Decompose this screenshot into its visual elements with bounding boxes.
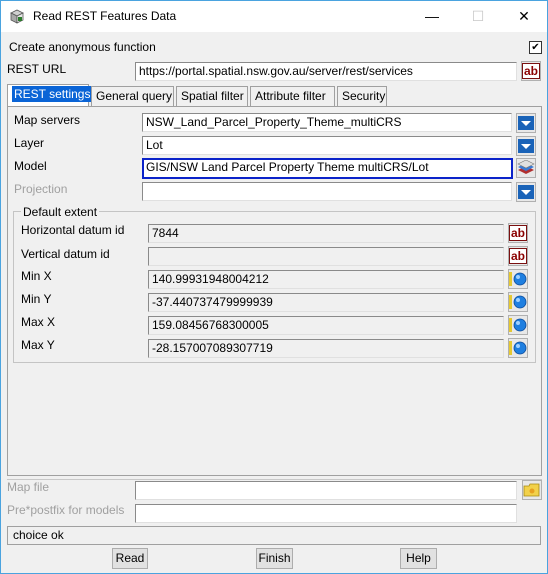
model-label: Model xyxy=(14,159,47,173)
max-x-input[interactable]: 159.08456768300005 xyxy=(148,316,504,335)
title-bar: Read REST Features Data — ☐ ✕ xyxy=(1,1,547,32)
vertical-datum-text-button[interactable]: ab xyxy=(508,246,528,266)
tab-rest-settings[interactable]: REST settings xyxy=(7,84,93,107)
separator xyxy=(7,479,542,480)
number-sphere-icon xyxy=(509,272,527,286)
min-x-label: Min X xyxy=(21,269,52,283)
map-servers-label: Map servers xyxy=(14,113,81,127)
layer-select[interactable]: Lot xyxy=(142,136,512,155)
model-input[interactable]: GIS/NSW Land Parcel Property Theme multi… xyxy=(142,158,513,179)
min-x-calc-button[interactable] xyxy=(508,269,528,289)
vertical-datum-input[interactable] xyxy=(148,247,504,266)
anonymous-function-label: Create anonymous function xyxy=(9,40,156,54)
max-y-input[interactable]: -28.157007089307719 xyxy=(148,339,504,358)
number-sphere-icon xyxy=(509,341,527,355)
max-y-calc-button[interactable] xyxy=(508,338,528,358)
horizontal-datum-text-button[interactable]: ab xyxy=(508,223,528,243)
min-y-input[interactable]: -37.440737479999939 xyxy=(148,293,504,312)
tab-spatial-filter[interactable]: Spatial filter xyxy=(176,86,248,106)
layer-label: Layer xyxy=(14,136,45,150)
vertical-datum-label: Vertical datum id xyxy=(21,247,110,261)
horizontal-datum-input[interactable]: 7844 xyxy=(148,224,504,243)
app-icon xyxy=(10,9,24,24)
projection-label: Projection xyxy=(14,182,68,196)
prefix-postfix-input[interactable] xyxy=(135,504,517,523)
status-bar: choice ok xyxy=(7,526,541,545)
map-file-input[interactable] xyxy=(135,481,517,500)
model-picker-button[interactable] xyxy=(516,158,536,178)
map-servers-dropdown-button[interactable] xyxy=(516,113,536,133)
min-y-calc-button[interactable] xyxy=(508,292,528,312)
tab-attribute-filter[interactable]: Attribute filter xyxy=(250,86,335,106)
checkmark-icon: ✔ xyxy=(531,42,540,53)
read-button[interactable]: Read xyxy=(112,548,148,569)
maximize-button[interactable]: ☐ xyxy=(455,1,501,32)
max-x-label: Max X xyxy=(21,315,56,329)
projection-dropdown-button[interactable] xyxy=(516,182,536,202)
number-sphere-icon xyxy=(509,295,527,309)
layers-icon xyxy=(517,160,535,174)
max-y-label: Max Y xyxy=(21,338,55,352)
chevron-down-icon xyxy=(518,185,534,199)
rest-url-label: REST URL xyxy=(7,62,67,76)
minimize-button[interactable]: — xyxy=(409,1,455,32)
anonymous-function-checkbox[interactable]: ✔ xyxy=(529,41,542,54)
finish-button[interactable]: Finish xyxy=(256,548,293,569)
horizontal-datum-label: Horizontal datum id xyxy=(21,223,125,237)
window-title: Read REST Features Data xyxy=(33,9,177,23)
map-file-label: Map file xyxy=(7,480,50,494)
folder-icon xyxy=(523,483,540,497)
prefix-postfix-label: Pre*postfix for models xyxy=(7,503,125,517)
ab-icon: ab xyxy=(522,63,540,79)
min-x-input[interactable]: 140.99931948004212 xyxy=(148,270,504,289)
map-file-browse-button[interactable] xyxy=(522,480,542,500)
chevron-down-icon xyxy=(518,139,534,153)
chevron-down-icon xyxy=(518,116,534,130)
ab-icon: ab xyxy=(509,248,527,264)
max-x-calc-button[interactable] xyxy=(508,315,528,335)
default-extent-title: Default extent xyxy=(21,205,100,219)
rest-url-text-button[interactable]: ab xyxy=(521,61,541,81)
tab-security[interactable]: Security xyxy=(337,86,387,106)
rest-url-input[interactable]: https://portal.spatial.nsw.gov.au/server… xyxy=(135,62,517,81)
ab-icon: ab xyxy=(509,225,527,241)
min-y-label: Min Y xyxy=(21,292,52,306)
layer-dropdown-button[interactable] xyxy=(516,136,536,156)
number-sphere-icon xyxy=(509,318,527,332)
map-servers-select[interactable]: NSW_Land_Parcel_Property_Theme_multiCRS xyxy=(142,113,512,132)
tab-general-query[interactable]: General query xyxy=(91,86,174,106)
close-button[interactable]: ✕ xyxy=(501,1,547,32)
projection-select[interactable] xyxy=(142,182,512,201)
dialog-window: Read REST Features Data — ☐ ✕ Create ano… xyxy=(0,0,548,574)
help-button[interactable]: Help xyxy=(400,548,437,569)
